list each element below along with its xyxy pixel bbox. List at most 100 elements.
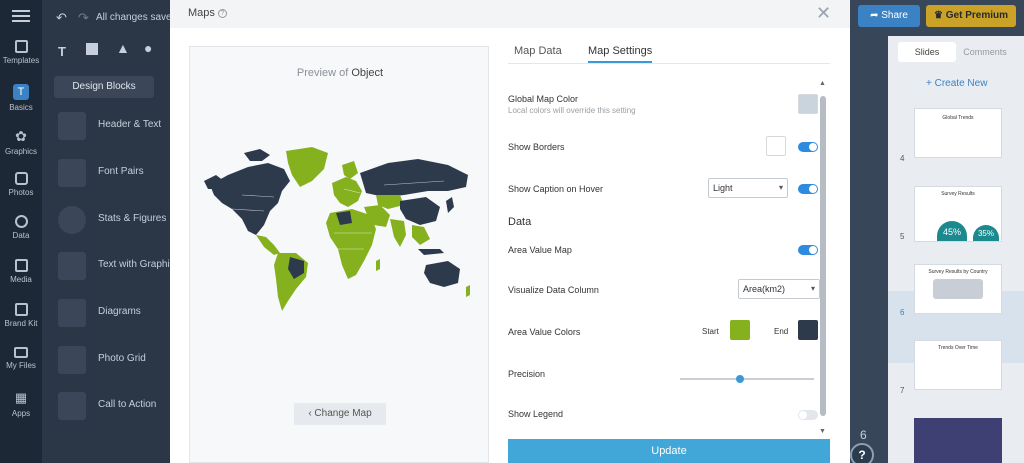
tab-map-settings[interactable]: Map Settings <box>588 45 653 63</box>
rail-label: Media <box>10 275 32 284</box>
undo-icon[interactable]: ↶ <box>56 10 67 26</box>
madagascar <box>376 259 380 271</box>
tab-comments[interactable]: Comments <box>956 42 1014 62</box>
mini-map <box>933 279 983 299</box>
redo-icon[interactable]: ↷ <box>78 10 89 26</box>
update-button[interactable]: Update <box>508 439 830 463</box>
block-text-graphics[interactable]: Text with Graphics <box>42 246 170 286</box>
slide-title: Survey Results <box>941 191 975 197</box>
triangle-tool-icon[interactable]: ▲ <box>116 40 130 56</box>
help-button[interactable]: ? <box>850 443 874 463</box>
data-section-heading: Data <box>508 216 532 228</box>
visualize-column-select[interactable]: Area(km2) ▾ <box>738 279 820 299</box>
stats-icon <box>58 206 86 234</box>
circle-tool-icon[interactable]: ● <box>144 40 152 56</box>
scroll-down-icon[interactable]: ▼ <box>819 428 826 435</box>
tab-slides[interactable]: Slides <box>898 42 956 62</box>
area-value-map-toggle[interactable] <box>798 245 818 255</box>
block-photo-grid[interactable]: Photo Grid <box>42 340 170 380</box>
square-tool-icon[interactable] <box>86 43 98 55</box>
slide-thumb-4[interactable]: Global Trends <box>914 108 1002 158</box>
scroll-up-icon[interactable]: ▲ <box>819 80 826 87</box>
save-status: All changes saved <box>96 12 178 23</box>
maps-modal: Maps? ✕ Preview of Object ‹ Change Map M… <box>170 0 850 463</box>
share-icon: ➦ <box>870 10 882 21</box>
precision-slider-track[interactable] <box>680 378 814 380</box>
slide-title: Trends Over Time <box>938 345 978 351</box>
global-color-note: Local colors will override this setting <box>508 106 636 115</box>
rail-label: Apps <box>11 409 31 418</box>
canada-islands <box>244 149 270 161</box>
rail-label: Basics <box>9 103 33 112</box>
global-color-swatch[interactable] <box>798 94 818 114</box>
slide-title: Global Trends <box>942 115 974 121</box>
rail-data[interactable]: Data <box>0 215 42 240</box>
share-button[interactable]: ➦ Share <box>858 5 920 27</box>
rail-basics[interactable]: T Basics <box>0 84 42 112</box>
block-stats-figures[interactable]: Stats & Figures <box>42 200 170 240</box>
settings-tabs: Map Data Map Settings <box>508 40 830 64</box>
rail-brand-kit[interactable]: Brand Kit <box>0 303 42 328</box>
area-value-colors-label: Area Value Colors <box>508 327 581 337</box>
slide-thumb-7[interactable]: Trends Over Time <box>914 340 1002 390</box>
slide-thumb-8[interactable] <box>914 418 1002 463</box>
tab-map-data[interactable]: Map Data <box>514 45 562 61</box>
rail-apps[interactable]: ▦ Apps <box>0 390 42 418</box>
slide-title: Survey Results by Country <box>928 269 988 275</box>
slide-number: 5 <box>900 232 905 241</box>
rail-templates[interactable]: Templates <box>0 40 42 65</box>
block-font-pairs[interactable]: Font Pairs <box>42 153 170 193</box>
block-call-to-action[interactable]: Call to Action <box>42 386 170 426</box>
rail-media[interactable]: Media <box>0 259 42 284</box>
design-panel: ↶ ↷ All changes saved T ▲ ● Design Block… <box>42 0 177 463</box>
show-borders-toggle[interactable] <box>798 142 818 152</box>
photo-grid-icon <box>58 346 86 374</box>
chevron-down-icon: ▾ <box>778 183 783 192</box>
slide-thumb-5[interactable]: Survey Results 45% 35% <box>914 186 1002 242</box>
block-header-text[interactable]: Header & Text <box>42 106 170 146</box>
block-diagrams[interactable]: Diagrams <box>42 293 170 333</box>
australia <box>424 261 460 287</box>
rail-graphics[interactable]: ✿ Graphics <box>0 128 42 156</box>
central-america <box>256 235 280 255</box>
preview-object: Object <box>351 67 384 79</box>
close-icon[interactable]: ✕ <box>816 3 831 24</box>
text-tool-icon[interactable]: T <box>58 44 66 59</box>
slide-number: 7 <box>900 386 905 395</box>
create-new-button[interactable]: + Create New <box>926 78 987 89</box>
scandinavia <box>342 161 358 179</box>
share-label: Share <box>881 10 908 21</box>
slides-tabs: Slides Comments <box>898 42 1014 62</box>
world-map[interactable] <box>204 145 476 313</box>
media-icon <box>14 259 28 272</box>
caption-style-select[interactable]: Light ▾ <box>708 178 788 198</box>
visualize-column-label: Visualize Data Column <box>508 285 599 295</box>
graphics-icon: ✿ <box>15 128 27 144</box>
basics-icon: T <box>13 84 29 100</box>
precision-slider-knob[interactable] <box>736 375 745 383</box>
scrollbar-thumb[interactable] <box>820 96 826 416</box>
settings-scrollbar[interactable]: ▲ ▼ <box>819 80 826 435</box>
change-map-button[interactable]: ‹ Change Map <box>294 403 386 425</box>
change-map-label: Change Map <box>314 408 372 419</box>
help-circle-icon[interactable]: ? <box>217 9 227 18</box>
left-rail: Templates T Basics ✿ Graphics Photos Dat… <box>0 0 42 463</box>
slide-thumb-6[interactable]: Survey Results by Country <box>914 264 1002 314</box>
border-color-swatch[interactable] <box>766 136 786 156</box>
modal-title: Maps? <box>188 7 227 19</box>
japan <box>446 197 454 213</box>
show-caption-label: Show Caption on Hover <box>508 184 604 194</box>
end-color-swatch[interactable] <box>798 320 818 340</box>
tab-design-blocks[interactable]: Design Blocks <box>54 76 154 98</box>
menu-icon[interactable] <box>12 10 30 22</box>
show-legend-toggle[interactable] <box>798 410 818 420</box>
start-label: Start <box>702 327 719 336</box>
get-premium-button[interactable]: ♛ Get Premium <box>926 5 1016 27</box>
show-caption-toggle[interactable] <box>798 184 818 194</box>
font-pairs-icon <box>58 159 86 187</box>
rail-my-files[interactable]: My Files <box>0 347 42 370</box>
rail-photos[interactable]: Photos <box>0 172 42 197</box>
brand-kit-icon <box>14 303 28 316</box>
start-color-swatch[interactable] <box>730 320 750 340</box>
data-icon <box>14 215 28 228</box>
